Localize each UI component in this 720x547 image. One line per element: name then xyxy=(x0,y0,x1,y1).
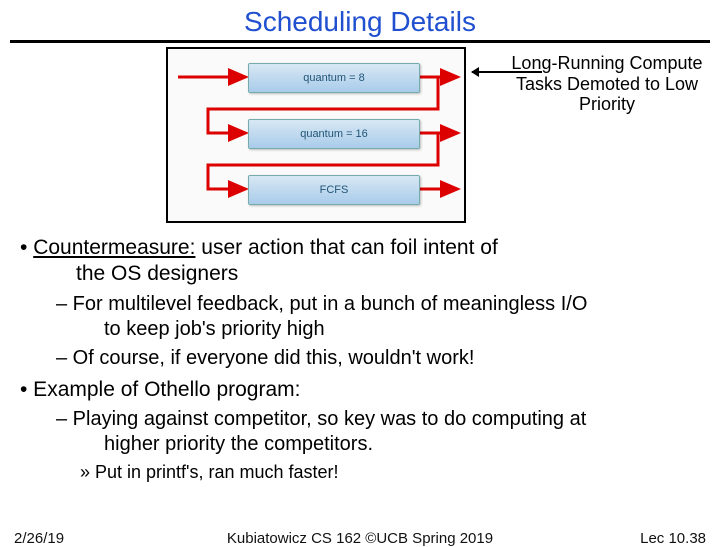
queue-level-3: FCFS xyxy=(248,175,420,205)
callout-text: Long-Running Compute Tasks Demoted to Lo… xyxy=(492,53,720,115)
footer-course: Kubiatowicz CS 162 ©UCB Spring 2019 xyxy=(0,530,720,547)
footer-page: Lec 10.38 xyxy=(640,530,706,547)
bullet-countermeasure: • Countermeasure: user action that can f… xyxy=(20,235,700,288)
slide-body: • Countermeasure: user action that can f… xyxy=(20,235,700,483)
sub-bullet-competitor: – Playing against competitor, so key was… xyxy=(56,407,700,457)
queue-level-1: quantum = 8 xyxy=(248,63,420,93)
cm-rest-line2: the OS designers xyxy=(76,261,700,287)
cm-sub1-line1: – For multilevel feedback, put in a bunc… xyxy=(56,293,587,315)
slide-title: Scheduling Details xyxy=(0,0,720,38)
sub-bullet-io: – For multilevel feedback, put in a bunc… xyxy=(56,292,700,342)
queue-level-2: quantum = 16 xyxy=(248,119,420,149)
title-rule xyxy=(10,40,710,43)
sub-bullet-everyone: – Of course, if everyone did this, would… xyxy=(56,346,700,371)
cm-rest: user action that can foil intent of xyxy=(195,236,497,259)
sub-sub-printf: » Put in printf's, ran much faster! xyxy=(80,461,700,484)
ex-sub1-line2: higher priority the competitors. xyxy=(104,432,700,457)
ex-sub1-line1: – Playing against competitor, so key was… xyxy=(56,408,586,430)
cm-lead: Countermeasure: xyxy=(33,236,195,259)
cm-sub1-line2: to keep job's priority high xyxy=(104,317,700,342)
mlfq-diagram: quantum = 8 quantum = 16 FCFS xyxy=(166,47,466,223)
bullet-othello: • Example of Othello program: xyxy=(20,377,700,403)
diagram-area: quantum = 8 quantum = 16 FCFS Long-Runni… xyxy=(10,47,710,227)
